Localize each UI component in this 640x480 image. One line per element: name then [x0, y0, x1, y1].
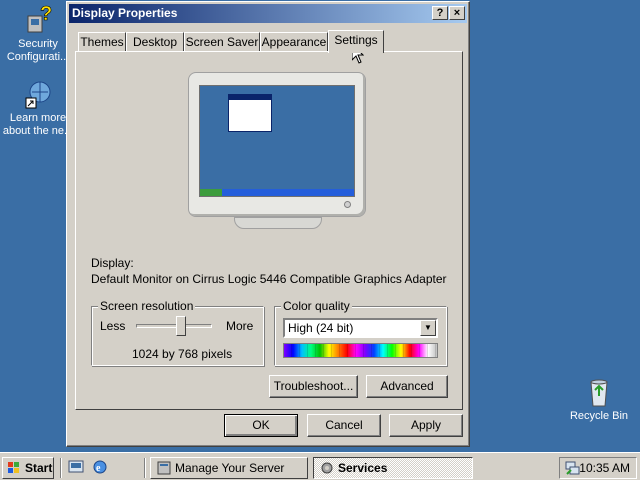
power-led-icon: [344, 201, 351, 208]
dropdown-arrow-icon[interactable]: ▼: [420, 320, 436, 336]
tab-screen-saver[interactable]: Screen Saver: [184, 32, 260, 52]
monitor-screen-preview: [199, 85, 355, 197]
desktop-icon-learn-more[interactable]: Learn more about the ne...: [0, 78, 76, 138]
tab-appearance[interactable]: Appearance: [260, 32, 328, 52]
display-adapter-text: Default Monitor on Cirrus Logic 5446 Com…: [91, 272, 447, 286]
settings-panel: Display: Default Monitor on Cirrus Logic…: [75, 51, 463, 410]
desktop-icon-label: Recycle Bin: [569, 410, 629, 422]
desktop-icon-label: Configurati...: [6, 51, 70, 63]
color-spectrum-bar: [283, 343, 438, 358]
cancel-button[interactable]: Cancel: [307, 414, 381, 437]
task-label: Manage Your Server: [175, 461, 285, 475]
color-quality-group: Color quality High (24 bit) ▼: [274, 299, 447, 366]
recycle-bin-icon: [583, 376, 615, 408]
desktop-icon-label: about the ne...: [2, 125, 74, 137]
close-button[interactable]: ×: [449, 6, 465, 20]
advanced-button[interactable]: Advanced: [366, 375, 448, 398]
resolution-value: 1024 by 768 pixels: [132, 347, 233, 361]
task-services[interactable]: Services: [313, 457, 473, 479]
preview-taskbar: [200, 189, 354, 196]
preview-window: [228, 94, 272, 132]
task-label: Services: [338, 461, 388, 475]
color-quality-title: Color quality: [281, 299, 352, 313]
title-bar[interactable]: Display Properties ? ×: [69, 4, 467, 23]
taskbar-separator: [144, 458, 146, 478]
system-tray: 10:35 AM: [559, 457, 637, 479]
svg-text:e: e: [96, 463, 101, 474]
shortcut-globe-icon: [22, 78, 54, 110]
security-config-icon: ?: [22, 3, 54, 36]
task-manage-your-server[interactable]: Manage Your Server: [150, 457, 308, 479]
resolution-slider-thumb[interactable]: [175, 316, 186, 336]
monitor-stand: [234, 217, 322, 229]
clock[interactable]: 10:35 AM: [579, 461, 630, 475]
tab-settings[interactable]: Settings: [328, 30, 384, 53]
taskbar-separator: [60, 458, 62, 478]
resolution-less-label: Less: [100, 319, 126, 333]
display-properties-dialog: Display Properties ? × Themes Desktop Sc…: [66, 1, 470, 447]
apply-button[interactable]: Apply: [389, 414, 463, 437]
tab-themes[interactable]: Themes: [78, 32, 126, 52]
start-label: Start: [25, 461, 53, 475]
help-button[interactable]: ?: [432, 6, 448, 20]
desktop-icon-recycle-bin[interactable]: Recycle Bin: [561, 376, 637, 423]
services-gear-icon: [321, 462, 333, 474]
internet-explorer-icon[interactable]: e: [92, 459, 110, 477]
ok-button[interactable]: OK: [224, 414, 298, 437]
color-quality-select[interactable]: High (24 bit) ▼: [283, 318, 438, 338]
resolution-more-label: More: [226, 319, 254, 333]
windows-logo-icon: [8, 462, 19, 473]
monitor-preview: [188, 72, 366, 217]
start-button[interactable]: Start: [2, 457, 54, 479]
desktop-icon-security-configuration[interactable]: ? Security Configurati...: [0, 3, 76, 64]
resolution-slider-track[interactable]: [136, 324, 212, 328]
taskbar: Start e Manage Your Server Services 10:3…: [0, 452, 640, 480]
svg-text:?: ?: [40, 4, 52, 25]
server-icon: [157, 461, 171, 475]
desktop-icon-label: Learn more: [9, 112, 67, 124]
desktop-icon-label: Security: [18, 38, 58, 50]
troubleshoot-button[interactable]: Troubleshoot...: [269, 375, 358, 398]
network-tray-icon[interactable]: [564, 460, 580, 476]
tab-desktop[interactable]: Desktop: [126, 32, 184, 52]
screen-resolution-group: Screen resolution Less More 1024 by 768 …: [91, 299, 264, 366]
display-label: Display:: [91, 256, 134, 270]
screen-resolution-title: Screen resolution: [98, 299, 196, 313]
color-quality-selected: High (24 bit): [288, 321, 354, 335]
dialog-title: Display Properties: [72, 6, 178, 20]
show-desktop-icon[interactable]: [68, 459, 86, 477]
